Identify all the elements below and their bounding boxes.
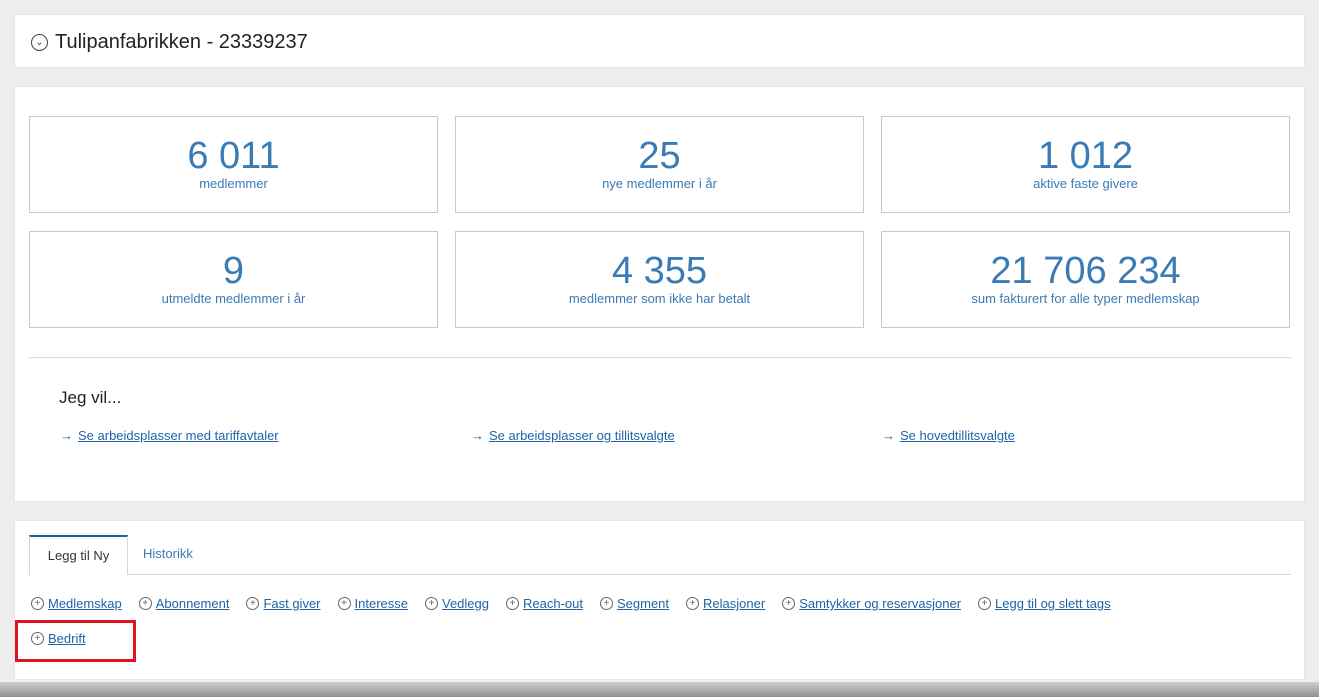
add-interesse[interactable]: + Interesse bbox=[337, 596, 408, 611]
tabs-panel: Legg til Ny Historikk + Medlemskap + Abonn… bbox=[14, 520, 1305, 680]
add-relasjoner[interactable]: + Relasjoner bbox=[686, 596, 765, 611]
plus-circle-icon: + bbox=[506, 597, 519, 610]
arrow-right-icon: → bbox=[60, 428, 73, 443]
add-vedlegg[interactable]: + Vedlegg bbox=[425, 596, 489, 611]
add-fast-giver[interactable]: + Fast giver bbox=[246, 596, 321, 611]
plus-circle-icon: + bbox=[686, 597, 700, 610]
highlight-box bbox=[15, 620, 136, 662]
plus-circle-icon: + bbox=[782, 597, 796, 610]
customer-title[interactable]: ⌄ Tulipanfabrikken - 23339237 bbox=[31, 31, 308, 54]
arrow-right-icon: → bbox=[882, 428, 895, 443]
stat-value: 6 011 bbox=[187, 135, 280, 177]
plus-circle-icon: + bbox=[138, 597, 152, 610]
add-segment[interactable]: + Segment bbox=[599, 596, 669, 611]
plus-circle-icon: + bbox=[31, 597, 44, 610]
add-medlemskap[interactable]: + Medlemskap bbox=[31, 596, 122, 611]
jeg-vil-heading: Jeg vil... bbox=[59, 388, 122, 407]
plus-circle-icon: + bbox=[978, 597, 992, 610]
stat-label: nye medlemmer i år bbox=[602, 176, 717, 191]
stat-value: 4 355 bbox=[611, 250, 708, 292]
plus-circle-icon: + bbox=[337, 597, 351, 610]
link-tariff-workplaces[interactable]: → Se arbeidsplasser med tariffavtaler bbox=[60, 428, 279, 443]
customer-header: ⌄ Tulipanfabrikken - 23339237 bbox=[14, 14, 1305, 68]
plus-circle-icon: + bbox=[599, 597, 613, 610]
stat-label: medlemmer som ikke har betalt bbox=[568, 291, 751, 306]
stat-value: 9 bbox=[222, 250, 245, 292]
bottom-shadow bbox=[0, 682, 1319, 697]
add-reach-out[interactable]: + Reach-out bbox=[506, 596, 583, 611]
tab-historikk[interactable]: Historikk bbox=[143, 535, 193, 575]
add-tags[interactable]: + Legg til og slett tags bbox=[978, 596, 1111, 611]
stat-label: aktive faste givere bbox=[1033, 176, 1138, 191]
divider bbox=[29, 357, 1291, 358]
link-workplaces-representatives[interactable]: → Se arbeidsplasser og tillitsvalgte bbox=[471, 428, 675, 443]
stat-value: 1 012 bbox=[1037, 135, 1134, 177]
stat-card-donors[interactable]: 1 012 aktive faste givere bbox=[881, 116, 1290, 213]
tab-legg-til-ny[interactable]: Legg til Ny bbox=[29, 535, 128, 575]
add-abonnement[interactable]: + Abonnement bbox=[138, 596, 229, 611]
chevron-down-circle-icon[interactable]: ⌄ bbox=[31, 34, 48, 51]
stat-card-members[interactable]: 6 011 medlemmer bbox=[29, 116, 438, 213]
stat-label: utmeldte medlemmer i år bbox=[161, 291, 306, 306]
link-main-representatives[interactable]: → Se hovedtillitsvalgte bbox=[882, 428, 1015, 443]
add-items-row: + Medlemskap + Abonnement + Fast giver + Int… bbox=[31, 596, 1128, 611]
stat-card-resigned[interactable]: 9 utmeldte medlemmer i år bbox=[29, 231, 438, 328]
tab-divider bbox=[29, 574, 1291, 575]
stat-card-unpaid[interactable]: 4 355 medlemmer som ikke har betalt bbox=[455, 231, 864, 328]
stat-card-new-members[interactable]: 25 nye medlemmer i år bbox=[455, 116, 864, 213]
stat-card-invoiced[interactable]: 21 706 234 sum fakturert for alle typer … bbox=[881, 231, 1290, 328]
stat-label: sum fakturert for alle typer medlemskap bbox=[971, 291, 1200, 306]
plus-circle-icon: + bbox=[246, 597, 260, 610]
arrow-right-icon: → bbox=[471, 428, 484, 443]
customer-title-text: Tulipanfabrikken - 23339237 bbox=[55, 31, 308, 53]
page: ⌄ Tulipanfabrikken - 23339237 6 011 medl… bbox=[0, 0, 1319, 697]
stats-panel: 6 011 medlemmer 25 nye medlemmer i år 1 … bbox=[14, 86, 1305, 502]
stat-label: medlemmer bbox=[199, 176, 268, 191]
stat-value: 25 bbox=[638, 135, 681, 177]
plus-circle-icon: + bbox=[425, 597, 438, 610]
add-samtykker[interactable]: + Samtykker og reservasjoner bbox=[782, 596, 961, 611]
stat-value: 21 706 234 bbox=[990, 250, 1181, 292]
